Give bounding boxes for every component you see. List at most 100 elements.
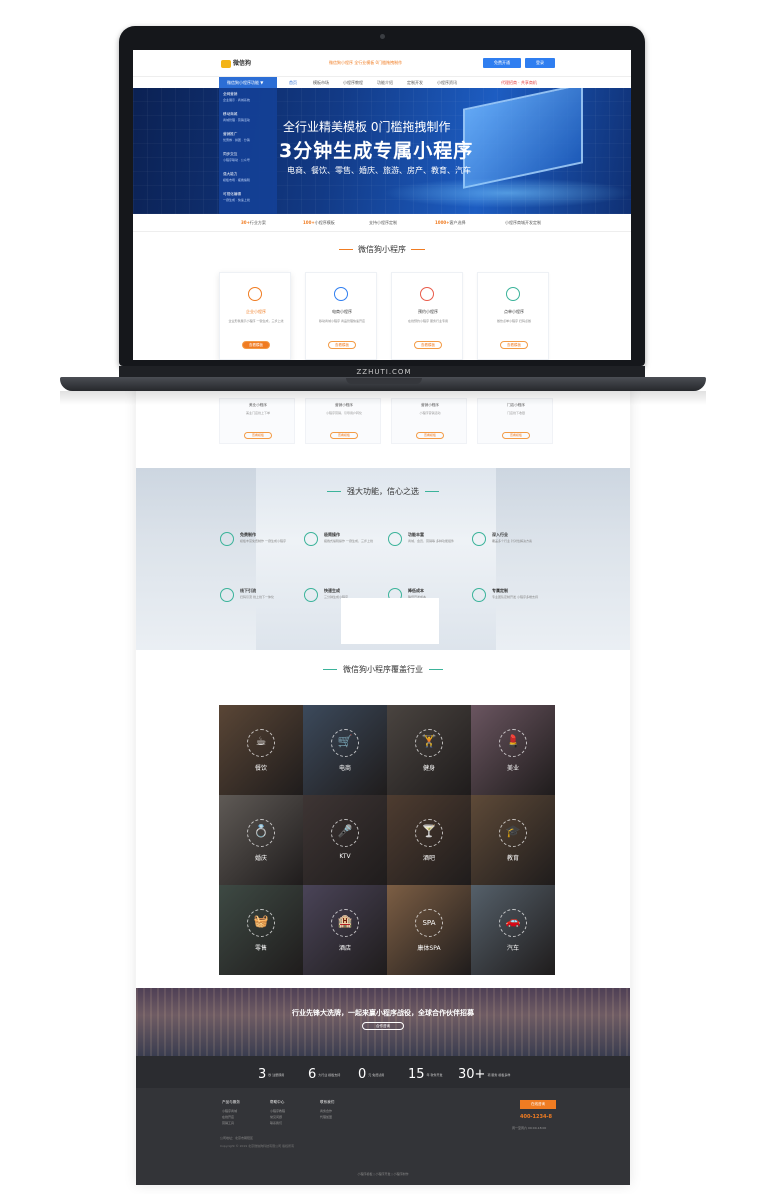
view-template-button[interactable]: 查看模板 [330,432,358,439]
stat-label: 年 软件开发 [426,1072,443,1077]
product-card-ecommerce[interactable]: 电商小程序 移动商城小程序 商品管理快速开店 查看模板 [305,272,377,360]
category-sub: 商城管理 · 营销活动 [223,118,250,122]
stat-label: 秒 注册即用 [268,1072,285,1077]
industries-title-text: 微信狗小程序覆盖行业 [343,665,423,674]
footer-bottom-links: 小程序模板 | 小程序开发 | 小程序制作 [136,1172,630,1176]
footer-hours: 周一至周六 09:00-18:00 [512,1126,547,1130]
footer-bottom-link[interactable]: 小程序开发 [375,1172,390,1176]
header-promo: 微信狗小程序 全行业模板 0门槛拖拽制作 [329,60,403,65]
laptop-shadow [60,391,706,405]
category-item[interactable]: 营销推广 优惠券 · 拼团 · 分销 [223,132,275,142]
stat-number: 0 [358,1067,367,1082]
feature-text: 行业方案 [249,220,266,225]
banner-headline-1: 全行业精美模板 0门槛拖拽制作 [283,120,451,134]
feature-text: 支持小程序定制 [369,220,397,225]
category-title: 移动商城 [223,112,238,116]
partner-banner: 行业先锋大洗牌，一起来赢小程序战役，全球合作伙伴招募 合作咨询 [136,988,630,1056]
main-nav: 微信狗小程序功能 ▼ 首页 模板市场 小程序教程 功能介绍 定制开发 小程序资讯… [133,76,631,89]
banner-glow [383,178,631,208]
product-card-title: 点单小程序 [504,309,524,314]
functions-title-text: 强大功能，信心之选 [347,487,419,496]
feature-item: 支持小程序定制 [369,214,397,232]
footer-link[interactable]: 营销工具 [222,1120,240,1126]
footer-address: 公司地址：北京市朝阳区 [220,1136,254,1140]
category-sub: 企业展示 · 商城系统 [223,98,250,102]
site-logo[interactable]: 微信狗 [221,58,251,68]
industry-icon: ☕ [255,734,267,748]
product-card-booking[interactable]: 预约小程序 在线预约小程序 服务行业专用 查看模板 [391,272,463,360]
view-template-button[interactable]: 查看模板 [502,432,530,439]
feature-text: 客户选择 [449,220,466,225]
footer-consult-button[interactable]: 在线咨询 [520,1100,556,1109]
view-template-button[interactable]: 查看模板 [328,341,356,349]
banner-industries: 电商、餐饮、零售、婚庆、旅游、房产、教育、汽车 [287,166,471,175]
partner-consult-button[interactable]: 合作咨询 [362,1022,404,1030]
footer-col-products: 产品与服务 小程序商城 在线开店 营销工具 [222,1100,240,1126]
industry-tile[interactable]: 🎓 教育 [471,795,555,885]
product-card-order[interactable]: 点单小程序 餐饮点单小程序 扫码点餐 查看模板 [477,272,549,360]
laptop-brand-label: ZZHUTI.COM [356,368,412,376]
view-template-button[interactable]: 查看模板 [244,432,272,439]
industry-icon: SPA [422,919,436,927]
industry-label: 婚庆 [254,855,267,862]
function-desc: 专业团队定制开发 小程序多端支持 [492,595,538,599]
function-icon [304,588,318,602]
title-bar-right [425,491,439,492]
stat-number: 30+ [458,1067,486,1082]
industry-tile[interactable]: 🎤 KTV [303,795,387,885]
view-template-button[interactable]: 查看模板 [416,432,444,439]
footer-link[interactable]: 联系我们 [270,1120,285,1126]
industry-tile[interactable]: 🏋 健身 [387,705,471,795]
login-button[interactable]: 登录 [525,58,555,68]
function-title: 极简操作 [324,532,340,537]
stat-number: 6 [308,1067,317,1082]
logo-icon [221,59,231,68]
product-card-desc: 餐饮点单小程序 扫码点餐 [497,319,531,323]
stat-item: 15 年 软件开发 [408,1064,443,1083]
industry-icon: 🎓 [505,824,521,838]
category-title: 可视化编辑 [223,192,241,196]
category-sub: 优惠券 · 拼团 · 分销 [223,138,250,142]
category-item[interactable]: 移动商城商城管理 · 营销活动 [223,112,275,122]
footer-bottom-link[interactable]: 小程序模板 [358,1172,373,1176]
industry-tile[interactable]: 🏨 酒店 [303,885,387,975]
stat-item: 30+ 项 服务 模板多样 [458,1064,510,1083]
category-item[interactable]: 全网营销 企业展示 · 商城系统 [223,92,275,102]
industry-tile[interactable]: ☕ 餐饮 [219,705,303,795]
footer-link[interactable]: 代理加盟 [320,1114,334,1120]
site-header: 微信狗 微信狗小程序 全行业模板 0门槛拖拽制作 免费开通 登录 [133,50,631,76]
category-item[interactable]: 强大能力 模板市场 · 拖拽编辑 [223,172,275,182]
product-card-title: 预约小程序 [418,309,438,314]
industry-tile[interactable]: 🧺 零售 [219,885,303,975]
function-desc: 覆盖多个行业 针对性解决方案 [492,539,532,543]
feature-number: 30+ [241,220,250,225]
view-template-button[interactable]: 查看模板 [242,341,270,349]
logo-text: 微信狗 [233,60,252,67]
category-sub: 小程序联动 · 公众号 [223,158,250,162]
product-card-enterprise[interactable]: 企业小程序 企业形象展示小程序 一键生成，三步上线 查看模板 [219,272,291,360]
category-item[interactable]: 可视化编辑 一键生成 · 快速上线 [223,192,275,202]
industry-label: 酒吧 [422,855,435,862]
industry-tile[interactable]: 🍸 酒吧 [387,795,471,885]
industry-tile[interactable]: 💍 婚庆 [219,795,303,885]
industry-icon: 🏋 [421,734,437,748]
industry-tile[interactable]: 💄 美业 [471,705,555,795]
industry-tile[interactable]: 🚗 汽车 [471,885,555,975]
footer-bottom-link[interactable]: 小程序制作 [393,1172,408,1176]
view-template-button[interactable]: 查看模板 [500,341,528,349]
industry-icon: 💄 [505,734,521,748]
footer-phone: 400-1234-8 [520,1114,552,1120]
function-title: 线下引流 [240,588,256,593]
view-template-button[interactable]: 查看模板 [414,341,442,349]
feature-strip: 30+行业方案 100+小程序模板 支持小程序定制 1000+客户选择 小程序商… [133,214,631,232]
industry-tile[interactable]: 🛒 电商 [303,705,387,795]
feature-text: 小程序模板 [314,220,335,225]
free-open-button[interactable]: 免费开通 [483,58,521,68]
product-card-desc: 在线预约小程序 服务行业专用 [408,319,448,323]
footer-col-help: 帮助中心 小程序教程 常见问题 联系我们 [270,1100,285,1126]
industry-tile[interactable]: SPA 康体SPA [387,885,471,975]
category-item[interactable]: 同步交互小程序联动 · 公众号 [223,152,275,162]
industry-grid: ☕ 餐饮 🛒 电商 🏋 健身 💄 美业 💍 婚庆 🎤 KTV 🍸 酒吧 🎓 教育 🧺 零售 🏨 酒店 SPA 康体SPA 🚗… [219,705,555,975]
industry-icon: 🛒 [337,734,353,748]
category-title: 同步交互 [223,152,238,156]
